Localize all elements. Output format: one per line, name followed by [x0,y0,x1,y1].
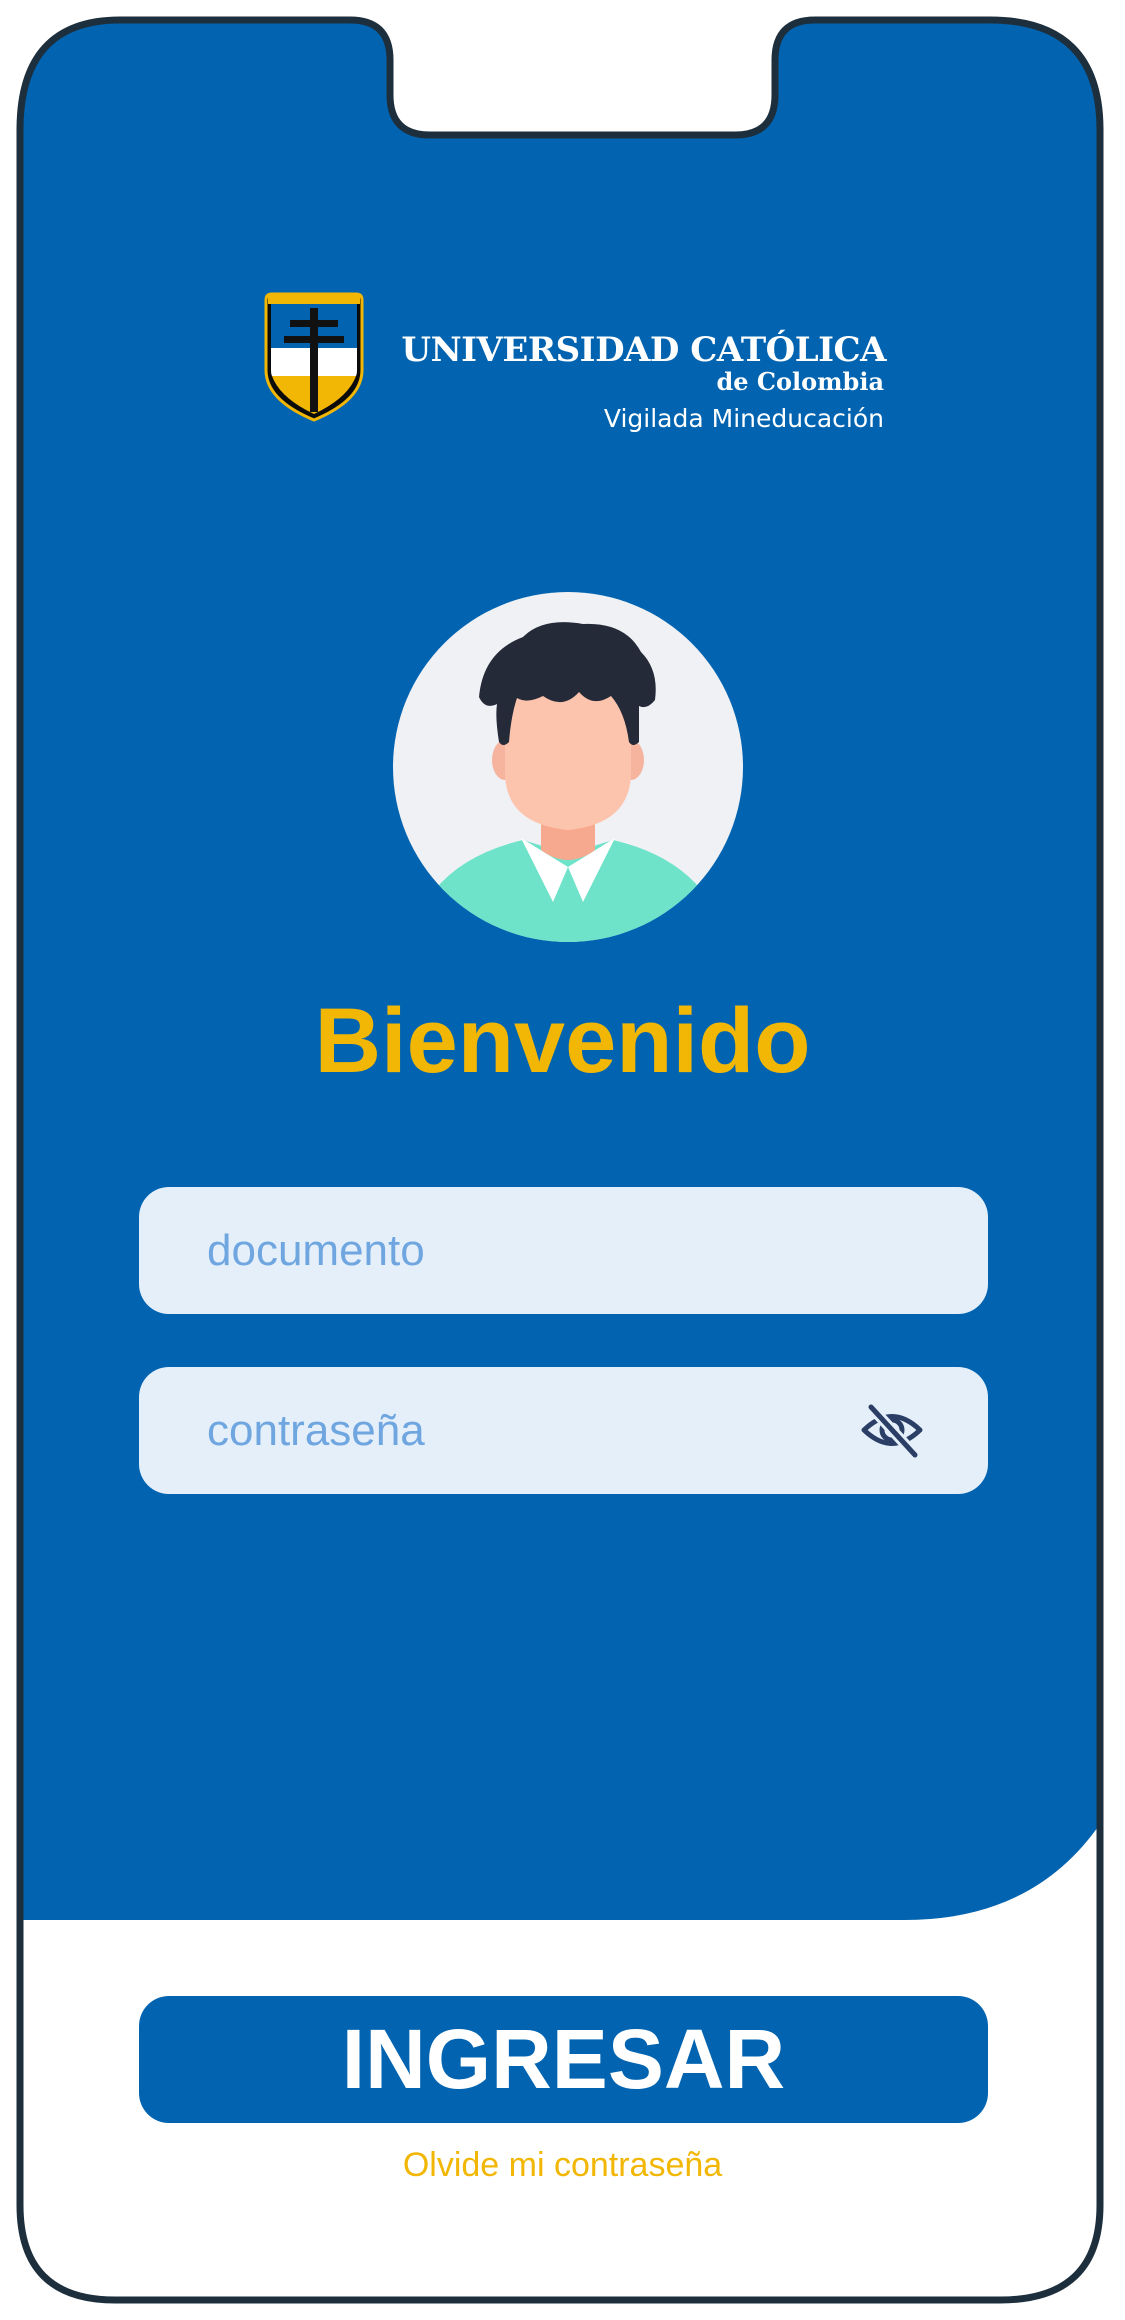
document-field[interactable] [139,1187,988,1314]
document-input[interactable] [207,1187,847,1314]
login-screen: UNIVERSIDAD CATÓLICA de Colombia Vigilad… [0,0,1125,2320]
login-button[interactable]: INGRESAR [139,1996,988,2123]
university-name: UNIVERSIDAD CATÓLICA [401,330,886,370]
welcome-heading: Bienvenido [314,990,811,1092]
user-avatar-icon [393,592,743,942]
university-subname: de Colombia [716,367,884,396]
password-input[interactable] [207,1367,847,1494]
password-field[interactable] [139,1367,988,1494]
university-logo: UNIVERSIDAD CATÓLICA de Colombia Vigilad… [262,290,887,440]
university-shield-icon [264,292,364,422]
university-tagline: Vigilada Mineducación [603,404,884,433]
forgot-password-link[interactable]: Olvide mi contraseña [0,2145,1125,2185]
blue-header-background [20,20,1100,1920]
eye-off-icon[interactable] [859,1397,925,1463]
